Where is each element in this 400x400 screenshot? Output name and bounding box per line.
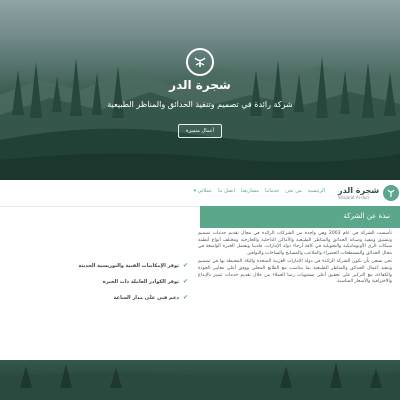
nav-item-about[interactable]: من نحن <box>285 188 302 194</box>
nav-menu: الرئيسية من نحن خدماتنا مشاريعنا اتصل بن… <box>194 188 325 194</box>
navbar-logo[interactable]: شجرة الدر Shajarat Al-durr <box>338 185 400 201</box>
hero-section: شجرة الدر شركة رائدة في تصميم وتنفيذ الح… <box>0 0 400 180</box>
check-icon: ✔ <box>182 262 188 269</box>
hero-cta-button[interactable]: أعمال متميزة <box>178 124 222 138</box>
check-icon: ✔ <box>182 278 188 285</box>
nav-item-projects[interactable]: مشاريعنا <box>241 188 259 194</box>
navbar-logo-english: Shajarat Al-durr <box>338 195 370 200</box>
feature-label: توفر الإمكانيات الفنية والتوريسية الحديث… <box>78 262 179 269</box>
nav-item-clients-dropdown[interactable]: عملائي ▾ <box>194 188 213 194</box>
features-list: ✔ توفر الإمكانيات الفنية والتوريسية الحد… <box>20 262 188 310</box>
about-header-band: نبذة عن الشركة <box>200 206 400 228</box>
feature-item: ✔ توفر الكوادر العاملة ذات الخبرة <box>20 278 188 285</box>
footer-forest-image <box>0 363 400 400</box>
about-title: نبذة عن الشركة <box>343 212 390 220</box>
logo-icon <box>383 185 400 201</box>
nav-item-services[interactable]: خدماتنا <box>265 188 279 194</box>
feature-label: توفر الكوادر العاملة ذات الخبرة <box>102 278 179 285</box>
feature-item: ✔ توفر الإمكانيات الفنية والتوريسية الحد… <box>20 262 188 269</box>
check-icon: ✔ <box>182 294 188 301</box>
about-paragraph: تأسست الشركة في عام 2003 وهي واحدة من ال… <box>198 231 392 256</box>
nav-item-contact[interactable]: اتصل بنا <box>218 188 235 194</box>
nav-item-home[interactable]: الرئيسية <box>308 188 325 194</box>
feature-item: ✔ دعم فني على مدار الساعة <box>20 294 188 301</box>
hero-brand-title: شجرة الدر <box>169 78 231 92</box>
navbar-logo-arabic: شجرة الدر <box>338 186 380 195</box>
brand-logo-icon <box>186 48 214 76</box>
about-body: تأسست الشركة في عام 2003 وهي واحدة من ال… <box>198 231 392 288</box>
feature-label: دعم فني على مدار الساعة <box>113 294 179 301</box>
main-navbar: شجرة الدر Shajarat Al-durr الرئيسية من ن… <box>0 180 400 207</box>
hero-tagline: شركة رائدة في تصميم وتنفيذ الحدائق والمن… <box>107 100 293 109</box>
about-paragraph: نحن نسعى بأن نكون الشركة الرائدة في دولة… <box>198 259 392 285</box>
footer-forest-strip <box>0 360 400 400</box>
